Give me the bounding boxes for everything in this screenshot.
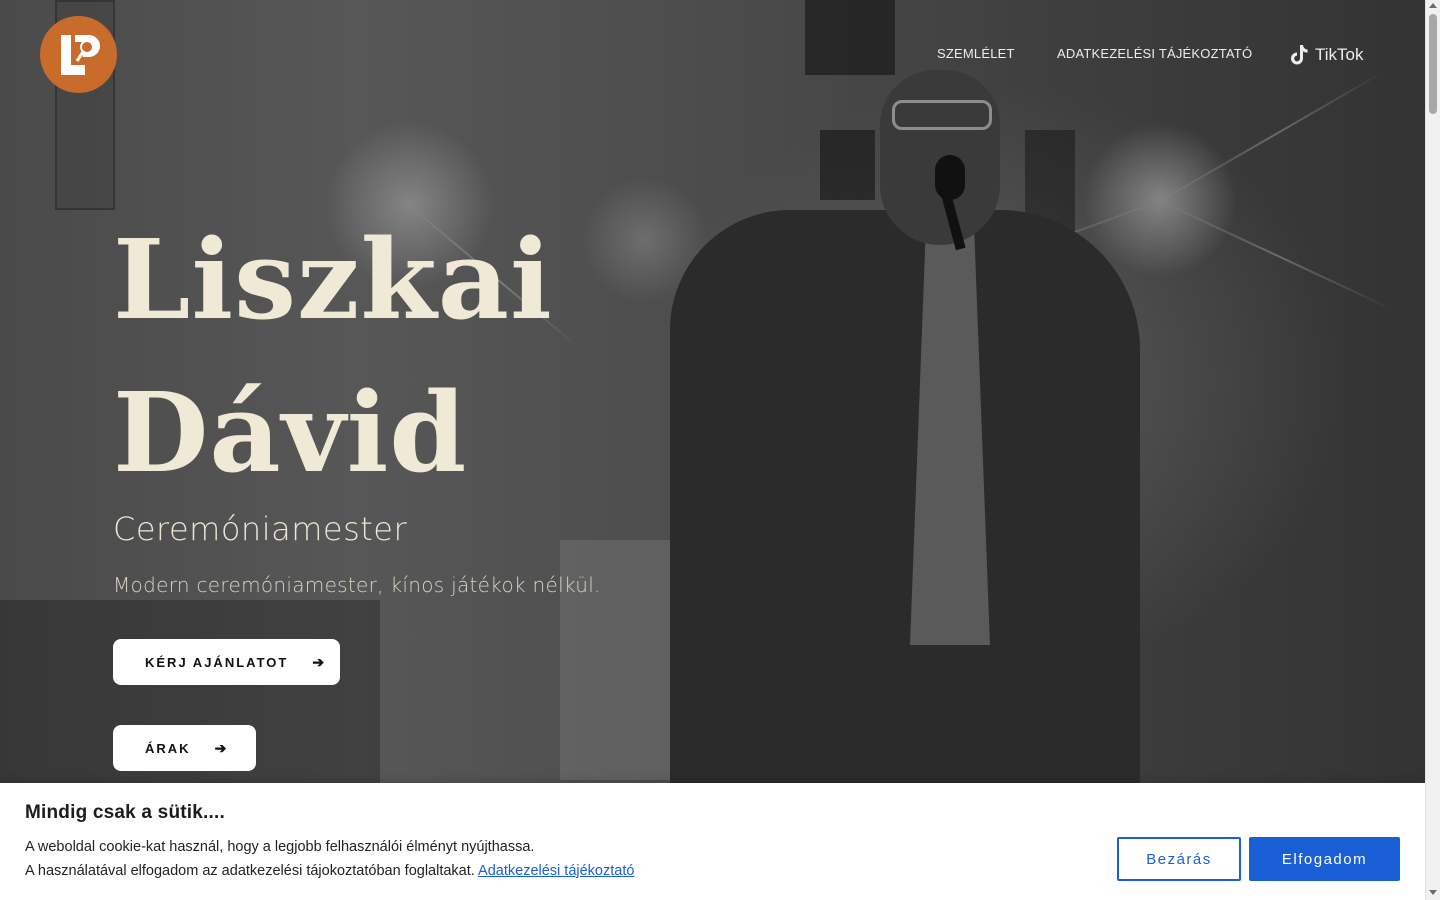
speaker-glasses bbox=[892, 100, 992, 130]
speaker-suit bbox=[670, 210, 1140, 810]
tiktok-icon bbox=[1291, 45, 1308, 65]
site-logo[interactable] bbox=[40, 16, 117, 93]
cookie-title: Mindig csak a sütik.... bbox=[25, 802, 225, 823]
cookie-accept-button[interactable]: Elfogadom bbox=[1249, 837, 1400, 881]
prices-button[interactable]: ÁRAK ➔ bbox=[113, 725, 256, 771]
cookie-text-consent: A használatával elfogadom az adatkezelés… bbox=[25, 863, 634, 879]
light-ray bbox=[1159, 200, 1397, 312]
scroll-up-arrow-icon[interactable] bbox=[1429, 3, 1437, 8]
scrollbar-thumb[interactable] bbox=[1429, 14, 1437, 114]
nav-item-szemlelet[interactable]: SZEMLÉLET bbox=[937, 46, 1015, 61]
privacy-policy-link[interactable]: Adatkezelési tájékoztató bbox=[478, 863, 634, 879]
hero-title-last-name: Dávid bbox=[113, 368, 468, 497]
cookie-banner: Mindig csak a sütik.... A weboldal cooki… bbox=[0, 783, 1425, 900]
cookie-text: A weboldal cookie-kat használ, hogy a le… bbox=[25, 839, 535, 855]
speaker-photo bbox=[630, 60, 1190, 810]
cookie-close-button[interactable]: Bezárás bbox=[1117, 837, 1241, 881]
hero-subtitle: Ceremóniamester bbox=[113, 510, 408, 548]
microphone bbox=[935, 155, 965, 200]
arrow-right-icon: ➔ bbox=[312, 653, 327, 670]
prices-label: ÁRAK bbox=[145, 740, 191, 756]
arrow-right-icon: ➔ bbox=[214, 739, 229, 756]
hero-tagline: Modern ceremóniamester, kínos játékok né… bbox=[113, 573, 601, 597]
nav-item-tiktok[interactable]: TikTok bbox=[1289, 44, 1364, 66]
hero-title-first-name: Liszkai bbox=[113, 215, 553, 344]
request-offer-label: KÉRJ AJÁNLATOT bbox=[145, 654, 289, 670]
page-scrollbar[interactable] bbox=[1425, 0, 1440, 900]
light-ray bbox=[1159, 70, 1386, 202]
scroll-down-arrow-icon[interactable] bbox=[1429, 890, 1437, 895]
cookie-consent-text: A használatával elfogadom az adatkezelés… bbox=[25, 863, 475, 879]
tiktok-label: TikTok bbox=[1315, 45, 1364, 64]
microphone-monogram-icon bbox=[60, 34, 100, 75]
nav-item-adatkezelesi-tajekoztato[interactable]: ADATKEZELÉSI TÁJÉKOZTATÓ bbox=[1057, 46, 1252, 61]
request-offer-button[interactable]: KÉRJ AJÁNLATOT ➔ bbox=[113, 639, 340, 685]
